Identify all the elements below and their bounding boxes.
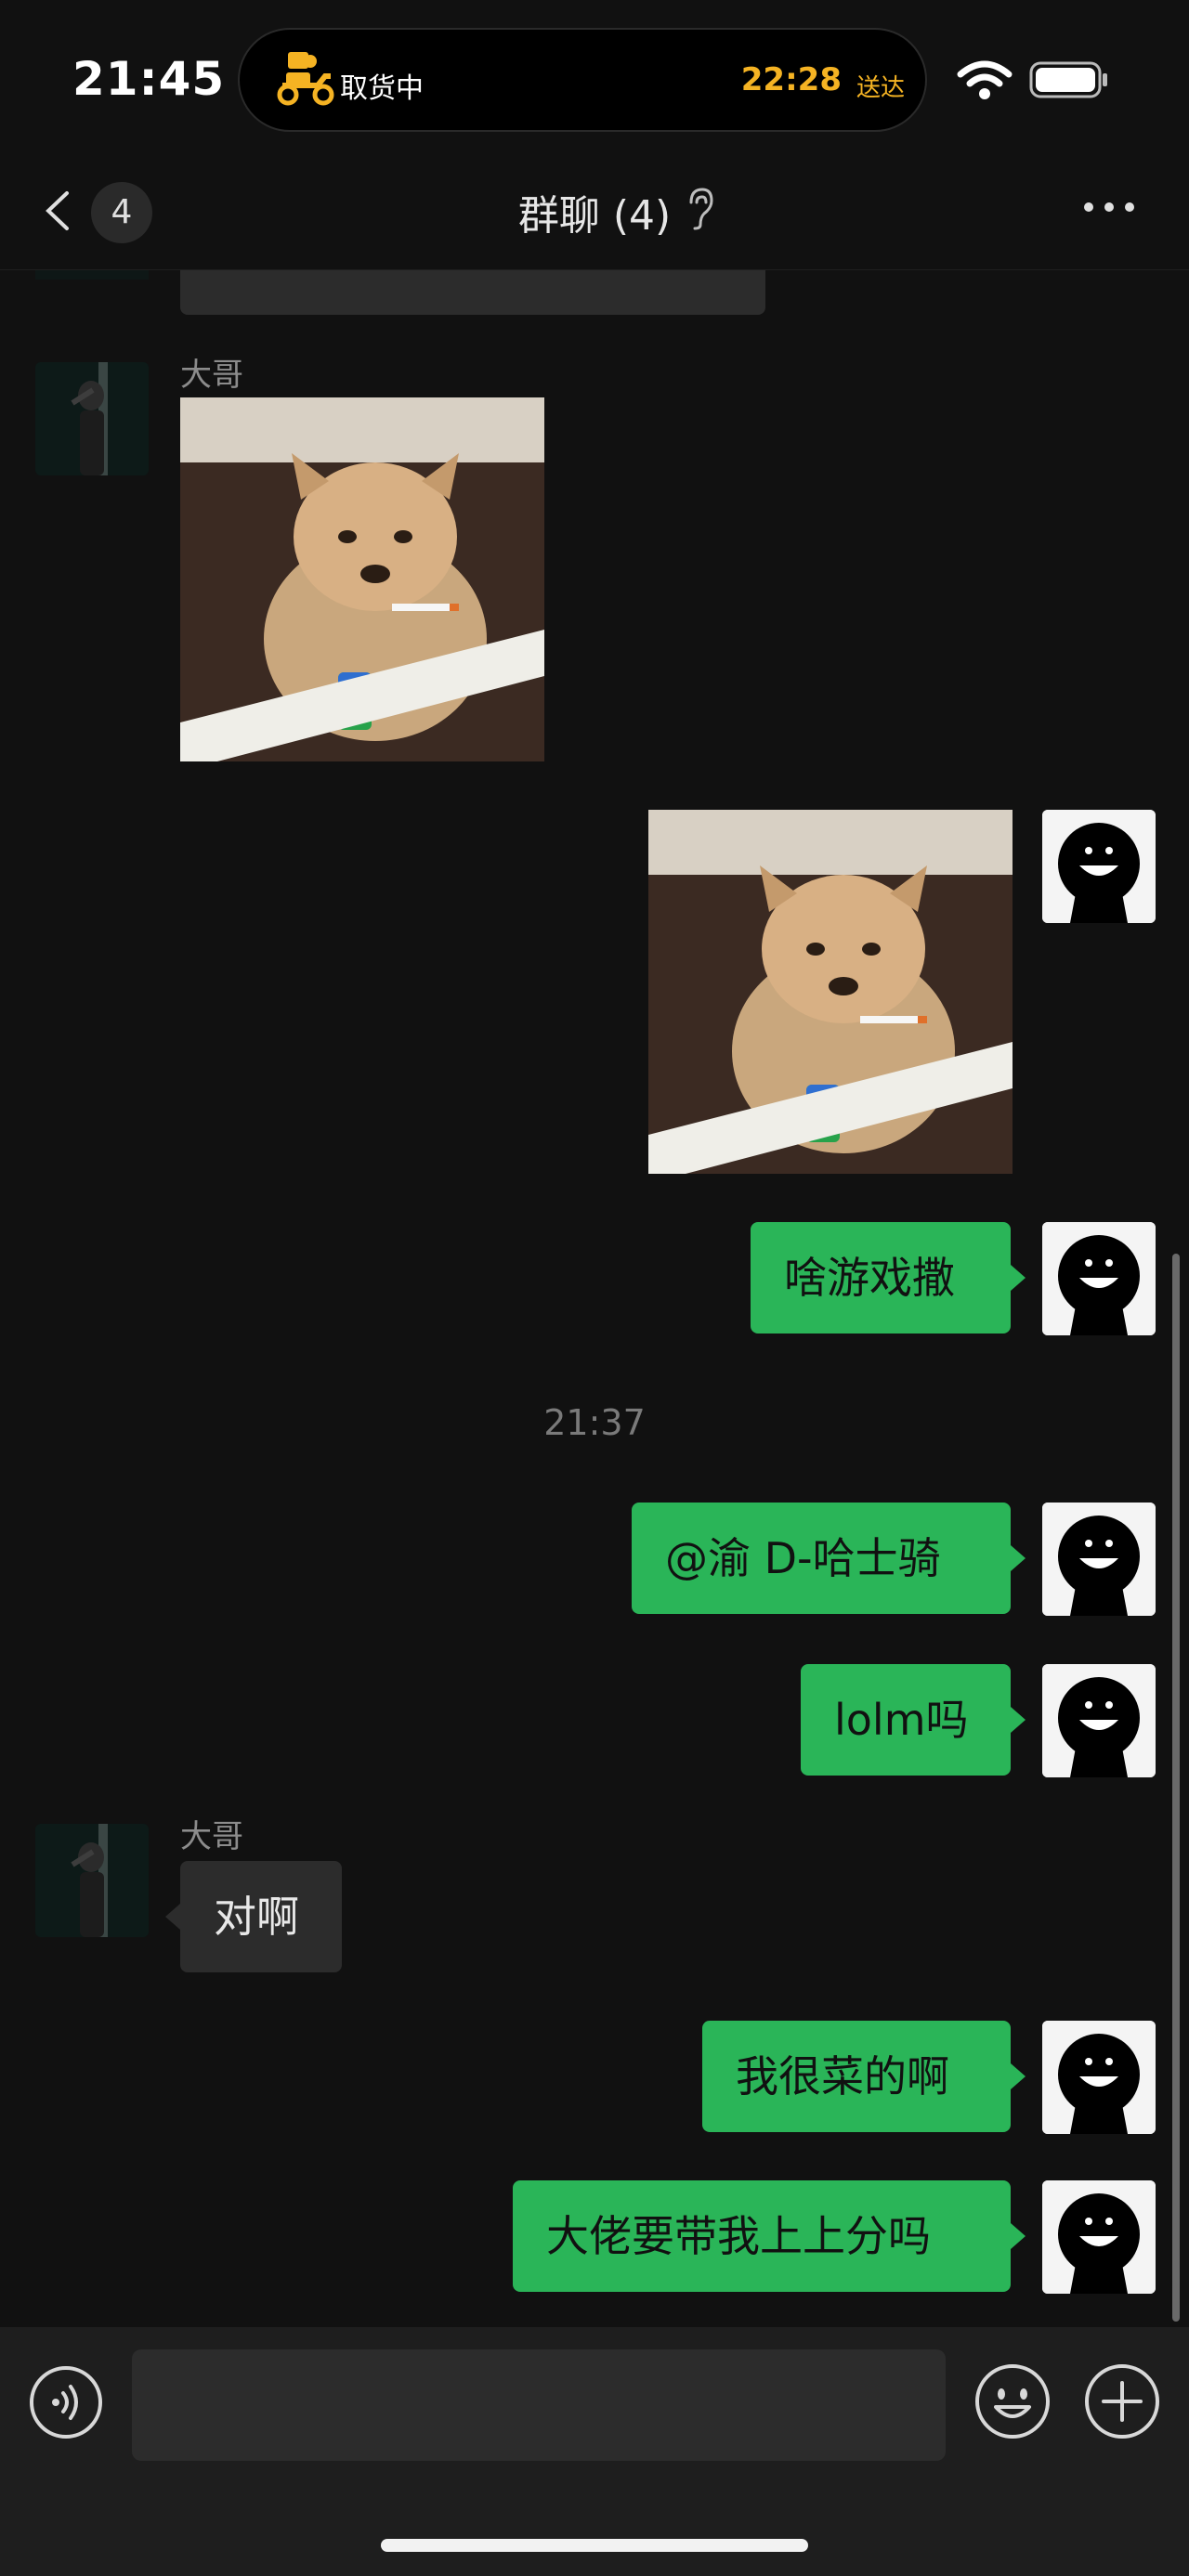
status-time: 21:45 <box>72 52 226 106</box>
message-bubble-mine[interactable]: 啥游戏撒 <box>751 1222 1011 1334</box>
bubble-tail <box>1011 1545 1026 1571</box>
live-activity-eta-suffix: 送达 <box>856 74 905 102</box>
avatar-me[interactable] <box>1042 1222 1156 1335</box>
cropped-avatar <box>35 270 149 280</box>
cropped-message-bubble <box>180 270 765 315</box>
avatar-me[interactable] <box>1042 2021 1156 2134</box>
chat-scrollbar[interactable] <box>1172 1254 1180 2322</box>
avatar-me[interactable] <box>1042 2180 1156 2294</box>
ear-icon <box>689 188 713 230</box>
live-activity-island[interactable]: 取货中 送达 22:28 <box>238 28 927 132</box>
avatar-me[interactable] <box>1042 1664 1156 1777</box>
smoking-dog-sticker-icon <box>648 810 1013 1174</box>
person-photo-icon <box>35 1824 149 1937</box>
grinning-shadow-avatar-icon <box>1042 1664 1156 1777</box>
sender-name: 大哥 <box>180 1818 243 1855</box>
scooter-icon <box>277 52 334 106</box>
smoking-dog-sticker-icon <box>180 397 544 761</box>
bubble-tail <box>1011 1707 1026 1733</box>
message-bubble-mine[interactable]: @渝 D-哈士骑 <box>632 1503 1011 1614</box>
more-options-button[interactable] <box>1081 193 1137 221</box>
message-bubble-other[interactable]: 对啊 <box>180 1861 342 1972</box>
grinning-shadow-avatar-icon <box>1042 1222 1156 1335</box>
avatar-me[interactable] <box>1042 1503 1156 1616</box>
timestamp-divider: 21:37 <box>543 1402 646 1443</box>
battery-icon <box>1029 61 1107 98</box>
avatar-me[interactable] <box>1042 810 1156 923</box>
chat-header: 4 群聊 (4) <box>0 149 1189 270</box>
grinning-shadow-avatar-icon <box>1042 1503 1156 1616</box>
home-indicator[interactable] <box>381 2539 808 2552</box>
message-input[interactable] <box>132 2349 946 2461</box>
message-bubble-mine[interactable]: 我很菜的啊 <box>702 2021 1011 2132</box>
grinning-shadow-avatar-icon <box>1042 810 1156 923</box>
message-bubble-mine[interactable]: 大佬要带我上上分吗 <box>513 2180 1011 2292</box>
avatar-dage[interactable] <box>35 1824 149 1937</box>
sticker-image[interactable] <box>648 810 1013 1174</box>
input-bar <box>0 2327 1189 2576</box>
sender-name: 大哥 <box>180 357 243 394</box>
bubble-tail <box>165 1904 180 1930</box>
grinning-shadow-avatar-icon <box>1042 2021 1156 2134</box>
avatar-dage[interactable] <box>35 362 149 475</box>
bubble-tail <box>1011 1265 1026 1291</box>
bubble-tail <box>1011 2223 1026 2249</box>
person-photo-icon <box>35 362 149 475</box>
live-activity-eta-time: 22:28 <box>740 61 842 98</box>
grinning-shadow-avatar-icon <box>1042 2180 1156 2294</box>
add-icon[interactable] <box>1083 2362 1161 2440</box>
wifi-icon <box>957 60 1013 99</box>
voice-icon[interactable] <box>28 2364 104 2440</box>
live-activity-status: 取货中 <box>340 72 424 105</box>
message-bubble-mine[interactable]: lolm吗 <box>801 1664 1011 1776</box>
chat-title: 群聊 (4) <box>517 192 672 240</box>
emoji-icon[interactable] <box>973 2362 1052 2440</box>
bubble-tail <box>1011 2063 1026 2089</box>
sticker-image[interactable] <box>180 397 544 761</box>
